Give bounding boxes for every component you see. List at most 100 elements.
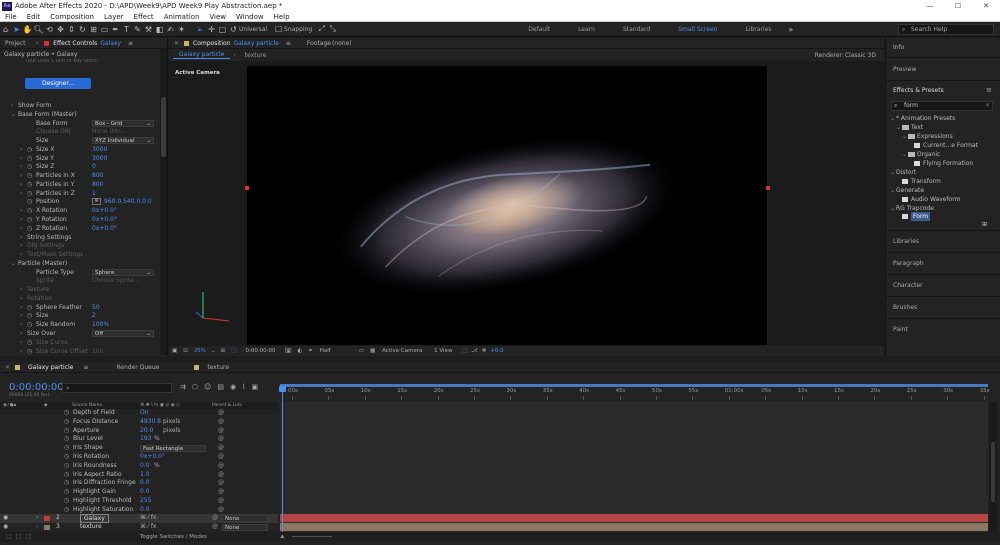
always-preview-icon[interactable]: ▣ <box>169 348 180 354</box>
effect-property-row[interactable]: › OBJ Settings <box>0 241 160 250</box>
brush-tool-icon[interactable]: ✎ <box>132 25 143 34</box>
timeline-property-value[interactable]: 0.0 <box>140 488 150 497</box>
workspace-overflow-icon[interactable]: » <box>785 25 796 34</box>
effect-property-row[interactable]: › Show Form <box>0 101 160 110</box>
grid-overlay-icon[interactable]: ⊞ <box>218 348 229 354</box>
character-panel-header[interactable]: Character <box>893 282 923 289</box>
composition-viewer[interactable] <box>247 66 767 345</box>
transparency-grid-icon[interactable]: ▦ <box>367 348 378 354</box>
effects-tree-item[interactable]: Current...e Format <box>886 141 1000 150</box>
shape-tool-icon[interactable]: ▭ <box>99 25 110 34</box>
exposure-value[interactable]: +0.0 <box>488 348 505 354</box>
flowchart-icon[interactable]: ⎇ <box>469 348 479 354</box>
tab-composition[interactable]: Composition <box>192 40 231 47</box>
workspace-default[interactable]: Default <box>514 26 564 33</box>
layer-label-color[interactable] <box>44 525 50 530</box>
effects-tree-item[interactable]: Flying Formation <box>886 159 1000 168</box>
toggle-pixel-aspect-icon[interactable]: ⬚ <box>460 348 469 354</box>
effect-property-row[interactable]: › ◷ Y Rotation 0x+0.0° <box>0 215 160 224</box>
search-help-input[interactable]: ⌕ Search Help <box>898 24 994 35</box>
scrollbar-thumb[interactable] <box>161 97 166 157</box>
track-area[interactable] <box>280 402 988 532</box>
effect-property-row[interactable]: › ◷ Size Curve Offset 100 <box>0 347 160 356</box>
stopwatch-icon[interactable]: ◷ <box>27 171 32 180</box>
property-dropdown[interactable]: XYZ Individual ⌄ <box>92 137 154 145</box>
comp-left-handle[interactable] <box>245 186 249 190</box>
effect-controls-scrollbar[interactable] <box>160 49 167 355</box>
preview-panel-header[interactable]: Preview <box>893 66 916 73</box>
region-of-interest-icon[interactable]: ⊡ <box>180 348 191 354</box>
expression-pickwhip-icon[interactable]: @ <box>218 409 224 418</box>
maximize-button[interactable]: ☐ <box>944 0 972 12</box>
layer-row[interactable]: ◉ › 3 texture ⌘ ⁄ fx @ None <box>0 523 278 532</box>
menu-window[interactable]: Window <box>231 13 269 21</box>
timeline-property-value[interactable]: 20.0 <box>140 427 153 436</box>
in-out-icon[interactable]: ⬚ <box>26 532 31 542</box>
effect-property-row[interactable]: › ◷ Size Curve <box>0 338 160 347</box>
twirl-open-icon[interactable]: ⌄ <box>890 186 895 195</box>
effects-tree-item[interactable]: ⌄ Distort <box>886 168 1000 177</box>
expression-pickwhip-icon[interactable]: @ <box>218 444 224 453</box>
tab-overflow-icon[interactable]: » <box>31 40 45 47</box>
paragraph-panel-header[interactable]: Paragraph <box>893 260 924 267</box>
puppet-pin-tool-icon[interactable]: ✶ <box>176 25 187 34</box>
twirl-closed-icon[interactable]: › <box>20 206 22 215</box>
parent-pickwhip-icon[interactable]: @ <box>212 523 218 532</box>
resolution-icon[interactable]: ⏷ <box>305 348 315 355</box>
view-axis-mode-icon[interactable]: ▢ <box>217 25 228 34</box>
workspace-standard[interactable]: Standard <box>609 26 664 33</box>
twirl-closed-icon[interactable]: › <box>20 189 22 198</box>
twirl-closed-icon[interactable]: › <box>20 224 22 233</box>
twirl-open-icon[interactable]: ⌄ <box>902 150 907 159</box>
timeline-property-row[interactable]: ◷ Iris Shape Fast Rectangle @ <box>0 444 278 453</box>
timeline-property-row[interactable]: ◷ Highlight Gain 0.0 @ <box>0 488 278 497</box>
frame-blending-icon[interactable]: ▤ <box>217 383 224 391</box>
resolution-value[interactable]: Half <box>316 348 356 354</box>
snap-edge-icon[interactable]: ⤢ <box>316 24 327 34</box>
universal-mode-icon[interactable]: ↺ <box>228 25 239 34</box>
playhead[interactable] <box>282 388 283 532</box>
twirl-closed-icon[interactable]: › <box>20 180 22 189</box>
stopwatch-icon[interactable]: ◷ <box>27 320 32 329</box>
roto-brush-tool-icon[interactable]: ✍ <box>165 25 176 34</box>
workspace-small-screen[interactable]: Small Screen <box>664 26 731 33</box>
menu-file[interactable]: File <box>0 13 22 21</box>
visibility-eye-icon[interactable]: ◉ <box>3 523 8 532</box>
zoom-out-icon[interactable]: ⛰ <box>280 532 285 542</box>
playhead-handle[interactable] <box>279 386 286 392</box>
timeline-property-row[interactable]: ◷ Iris Roundness 0.0% @ <box>0 462 278 471</box>
menu-view[interactable]: View <box>204 13 231 21</box>
twirl-closed-icon[interactable]: › <box>20 162 22 171</box>
twirl-closed-icon[interactable]: › <box>20 145 22 154</box>
effects-panel-menu-icon[interactable]: ≡ <box>986 86 992 94</box>
twirl-open-icon[interactable]: ⌄ <box>11 259 16 268</box>
twirl-closed-icon[interactable]: › <box>20 338 22 347</box>
brushes-panel-header[interactable]: Brushes <box>893 304 917 311</box>
property-value[interactable]: 800 <box>92 180 103 189</box>
mask-visibility-icon[interactable]: ⬚ <box>228 348 239 354</box>
tab-timeline-galaxy-particle[interactable]: Galaxy particle <box>23 364 78 371</box>
twirl-closed-icon[interactable]: › <box>20 233 22 242</box>
comp-tab-close-icon[interactable]: ✕ <box>169 40 184 47</box>
effect-property-row[interactable]: Size XYZ Individual ⌄ <box>0 136 160 145</box>
draft-3d-icon[interactable]: ⬡ <box>192 383 198 391</box>
type-tool-icon[interactable]: T <box>121 25 132 34</box>
position-crosshair-icon[interactable]: ⊕ <box>92 198 101 206</box>
timeline-property-value[interactable]: 1.0 <box>140 471 150 480</box>
property-dropdown[interactable]: Off ⌄ <box>92 330 154 338</box>
tab-project[interactable]: Project <box>0 40 31 47</box>
twirl-open-icon[interactable]: ⌄ <box>890 204 895 213</box>
source-name-header[interactable]: Source Name <box>72 402 102 409</box>
menu-help[interactable]: Help <box>269 13 295 21</box>
info-panel-header[interactable]: Info <box>893 44 904 51</box>
timeline-scrollbar[interactable] <box>989 402 997 532</box>
parent-pickwhip-icon[interactable]: @ <box>212 514 218 523</box>
layer-row[interactable]: ◉ › 2 Galaxy ⌘ ⁄ fx @ None <box>0 514 278 523</box>
effects-search-input[interactable]: ⌕ form ✕ <box>891 101 993 111</box>
local-axis-mode-icon[interactable]: ⟀ <box>195 24 206 34</box>
graph-editor-icon[interactable]: ⌇ <box>242 383 245 391</box>
property-value[interactable]: 0x+0.0° <box>92 206 117 215</box>
selection-tool-icon[interactable]: ➤ <box>11 25 22 34</box>
twirl-closed-icon[interactable]: › <box>20 215 22 224</box>
timeline-property-row[interactable]: ◷ Iris Rotation 0x+0.0° @ <box>0 453 278 462</box>
